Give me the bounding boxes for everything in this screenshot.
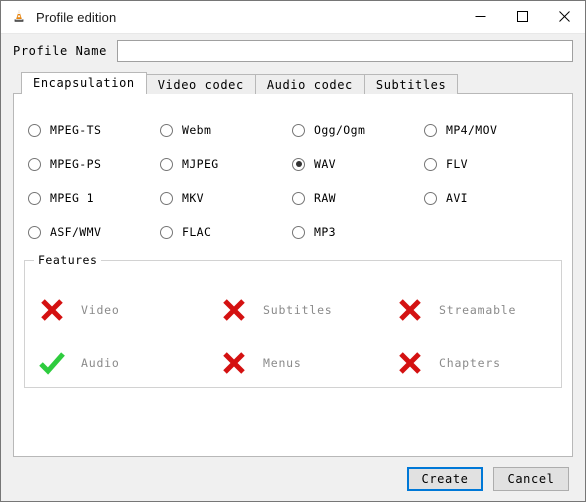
close-button[interactable] xyxy=(543,1,585,32)
window-controls xyxy=(459,1,585,33)
radio-mpeg-ps[interactable]: MPEG-PS xyxy=(28,154,160,174)
radio-label: WAV xyxy=(314,157,336,171)
profile-edition-dialog: Profile edition Profile Name Encapsulati… xyxy=(0,0,586,502)
title-bar: Profile edition xyxy=(1,1,585,34)
tab-encapsulation[interactable]: Encapsulation xyxy=(21,72,147,94)
radio-mkv[interactable]: MKV xyxy=(160,188,292,208)
feature-label: Streamable xyxy=(439,302,517,317)
radio-label: MKV xyxy=(182,191,204,205)
radio-circle-icon xyxy=(424,123,437,137)
radio-label: MPEG 1 xyxy=(50,191,94,205)
radio-circle-icon xyxy=(424,191,437,205)
radio-label: MJPEG xyxy=(182,157,219,171)
radio-label: MP3 xyxy=(314,225,336,239)
radio-label: FLV xyxy=(446,157,468,171)
features-group: Features Video Subtitles Streamable Audi… xyxy=(24,253,562,389)
profile-name-label: Profile Name xyxy=(13,44,107,58)
radio-webm[interactable]: Webm xyxy=(160,120,292,140)
radio-label: MP4/MOV xyxy=(446,123,498,137)
cross-icon xyxy=(395,348,425,378)
radio-circle-icon xyxy=(28,191,41,205)
feature-label: Chapters xyxy=(439,355,501,370)
radio-circle-icon xyxy=(160,157,173,171)
maximize-button[interactable] xyxy=(501,1,543,32)
cross-icon xyxy=(219,348,249,378)
features-legend: Features xyxy=(34,253,102,267)
radio-ogg-ogm[interactable]: Ogg/Ogm xyxy=(292,120,424,140)
radio-circle-icon xyxy=(292,225,305,239)
radio-wav[interactable]: WAV xyxy=(292,154,424,174)
feature-label: Subtitles xyxy=(263,302,333,317)
radio-label: MPEG-TS xyxy=(50,123,102,137)
radio-mp3[interactable]: MP3 xyxy=(292,222,424,242)
feature-video: Video xyxy=(37,283,219,336)
radio-label: MPEG-PS xyxy=(50,157,102,171)
radio-grid-spacer xyxy=(424,222,556,256)
radio-circle-icon xyxy=(28,225,41,239)
create-button[interactable]: Create xyxy=(407,467,483,491)
feature-menus: Menus xyxy=(219,336,395,389)
radio-circle-icon xyxy=(28,123,41,137)
radio-circle-icon xyxy=(292,191,305,205)
radio-flv[interactable]: FLV xyxy=(424,154,556,174)
radio-mjpeg[interactable]: MJPEG xyxy=(160,154,292,174)
tab-strip: Encapsulation Video codec Audio codec Su… xyxy=(13,72,573,94)
tab-audio-codec[interactable]: Audio codec xyxy=(254,74,365,94)
window-title: Profile edition xyxy=(36,9,117,25)
radio-label: Ogg/Ogm xyxy=(314,123,366,137)
radio-circle-icon xyxy=(424,157,437,171)
feature-subtitles: Subtitles xyxy=(219,283,395,336)
radio-mpeg-1[interactable]: MPEG 1 xyxy=(28,188,160,208)
radio-circle-icon xyxy=(160,123,173,137)
radio-label: FLAC xyxy=(182,225,212,239)
feature-chapters: Chapters xyxy=(395,336,555,389)
minimize-button[interactable] xyxy=(459,1,501,32)
feature-label: Audio xyxy=(81,355,120,370)
cancel-button[interactable]: Cancel xyxy=(493,467,569,491)
feature-streamable: Streamable xyxy=(395,283,555,336)
radio-circle-icon xyxy=(28,157,41,171)
radio-label: Webm xyxy=(182,123,212,137)
radio-mp4-mov[interactable]: MP4/MOV xyxy=(424,120,556,140)
radio-asf-wmv[interactable]: ASF/WMV xyxy=(28,222,160,242)
radio-label: AVI xyxy=(446,191,468,205)
profile-name-row: Profile Name xyxy=(1,34,585,68)
vlc-cone-icon xyxy=(10,8,28,26)
encapsulation-panel: MPEG-TS Webm Ogg/Ogm MP4/MOV MPEG-PS MJP… xyxy=(13,93,573,457)
radio-flac[interactable]: FLAC xyxy=(160,222,292,242)
cross-icon xyxy=(219,295,249,325)
radio-raw[interactable]: RAW xyxy=(292,188,424,208)
dialog-footer: Create Cancel xyxy=(1,457,585,501)
radio-label: ASF/WMV xyxy=(50,225,102,239)
tab-subtitles[interactable]: Subtitles xyxy=(363,74,459,94)
radio-avi[interactable]: AVI xyxy=(424,188,556,208)
radio-circle-icon xyxy=(292,157,305,171)
radio-circle-icon xyxy=(292,123,305,137)
radio-circle-icon xyxy=(160,225,173,239)
encapsulation-radio-group: MPEG-TS Webm Ogg/Ogm MP4/MOV MPEG-PS MJP… xyxy=(28,120,562,256)
radio-label: RAW xyxy=(314,191,336,205)
tab-area: Encapsulation Video codec Audio codec Su… xyxy=(13,72,573,457)
feature-label: Video xyxy=(81,302,120,317)
radio-mpeg-ts[interactable]: MPEG-TS xyxy=(28,120,160,140)
cross-icon xyxy=(37,295,67,325)
feature-label: Menus xyxy=(263,355,302,370)
radio-circle-icon xyxy=(160,191,173,205)
cross-icon xyxy=(395,295,425,325)
features-grid: Video Subtitles Streamable Audio Menus C… xyxy=(37,283,555,389)
tab-video-codec[interactable]: Video codec xyxy=(145,74,256,94)
feature-audio: Audio xyxy=(37,336,219,389)
profile-name-input[interactable] xyxy=(116,40,573,62)
check-icon xyxy=(37,348,67,378)
